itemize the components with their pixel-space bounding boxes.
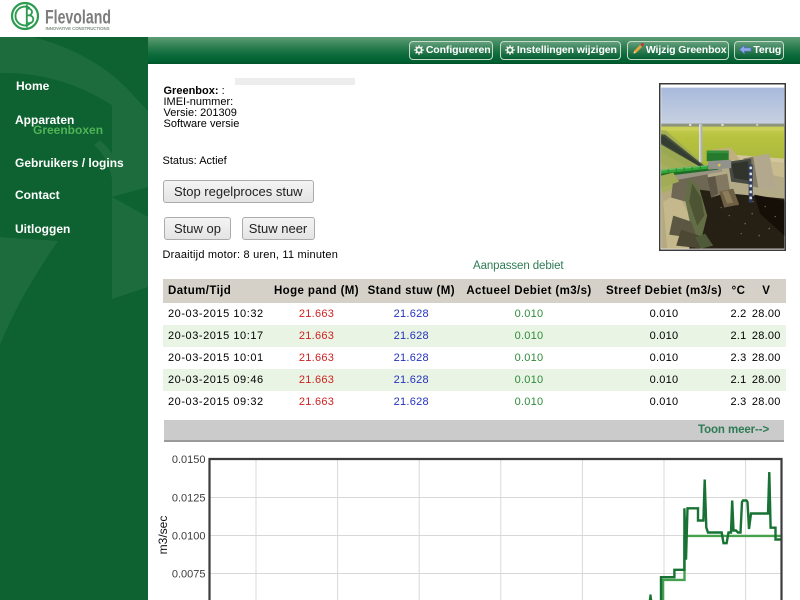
svg-text:0.0100: 0.0100 (172, 531, 206, 543)
svg-text:INNOVATIVE CONSTRUCTIONS: INNOVATIVE CONSTRUCTIONS (46, 26, 110, 31)
svg-text:0.0075: 0.0075 (172, 569, 206, 581)
svg-text:0.0150: 0.0150 (172, 454, 206, 466)
svg-text:m3/sec: m3/sec (156, 516, 170, 555)
svg-text:0.0125: 0.0125 (172, 493, 206, 505)
